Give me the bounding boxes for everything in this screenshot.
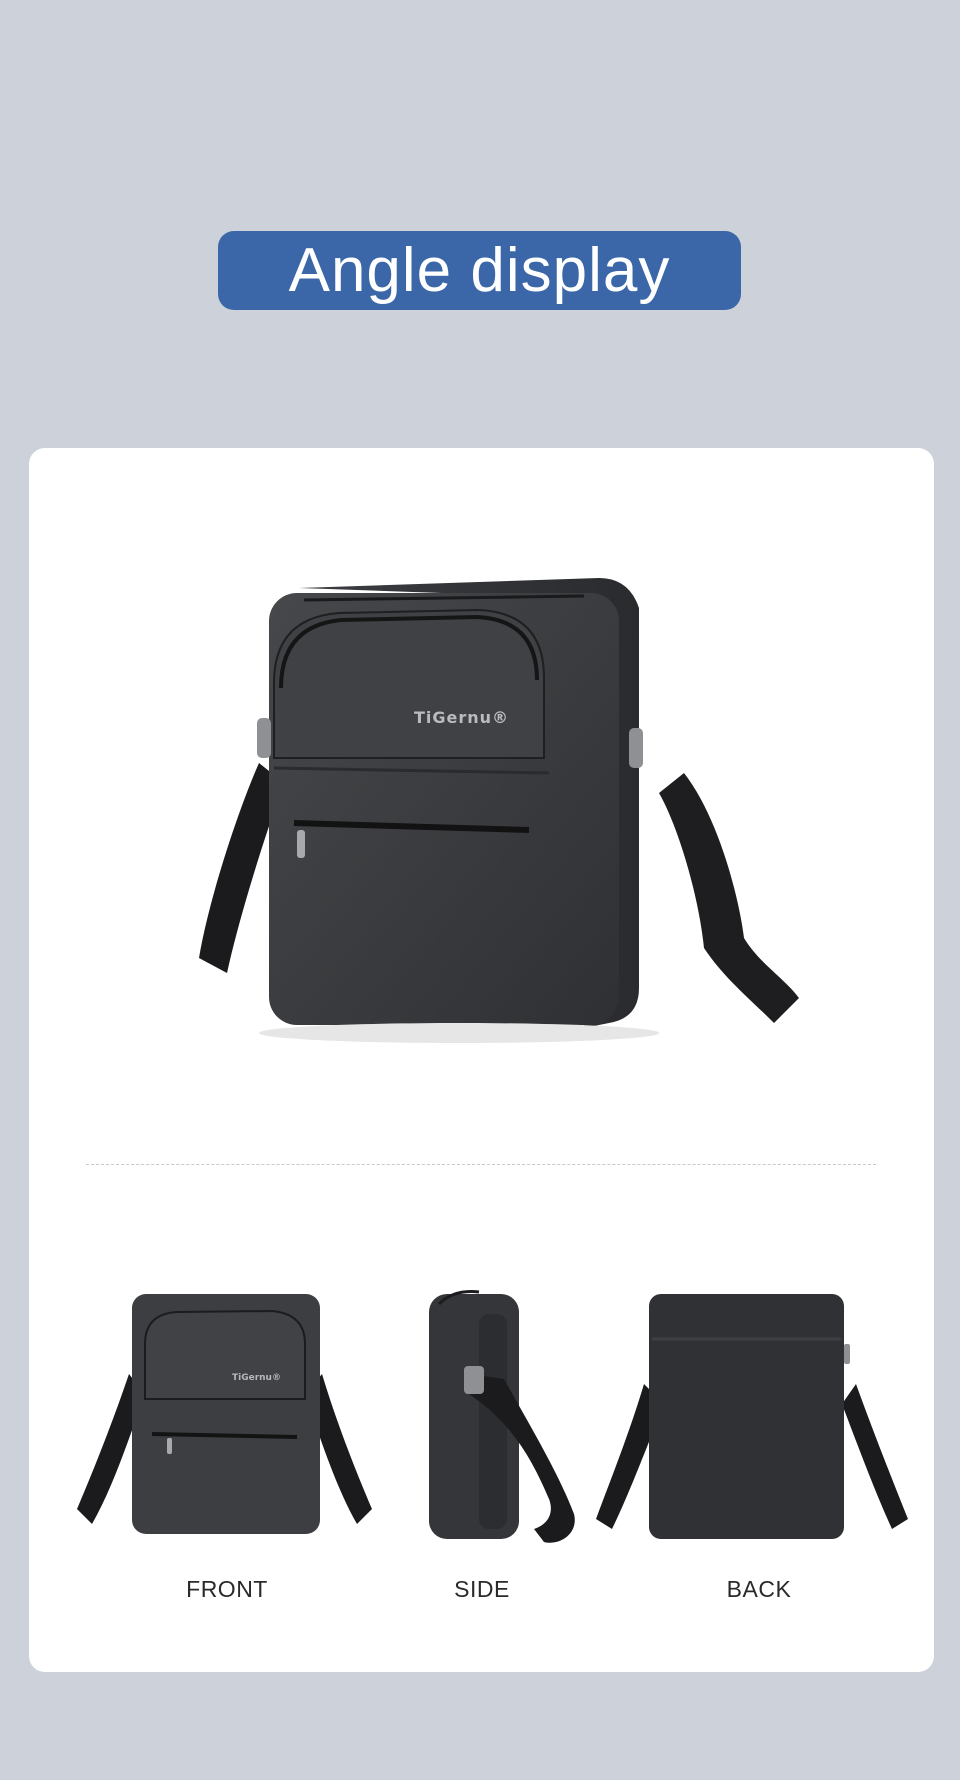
bag-front-image: TiGernu® [77, 1294, 372, 1534]
bag-hero-image: TiGernu® [199, 578, 799, 1043]
view-label-side: SIDE [454, 1576, 510, 1602]
angle-card: TiGernu® TiGernu® FRONT SIDE BACK [29, 448, 934, 1672]
view-label-back: BACK [726, 1576, 792, 1602]
bag-side-image [429, 1290, 575, 1543]
view-label-front: FRONT [186, 1576, 268, 1602]
section-divider [86, 1164, 876, 1165]
page-title: Angle display [288, 236, 671, 305]
title-banner: Angle display [218, 231, 741, 310]
bag-back-image [596, 1294, 908, 1539]
hero-logo-text: TiGernu® [414, 708, 509, 727]
front-logo-text: TiGernu® [232, 1373, 281, 1383]
